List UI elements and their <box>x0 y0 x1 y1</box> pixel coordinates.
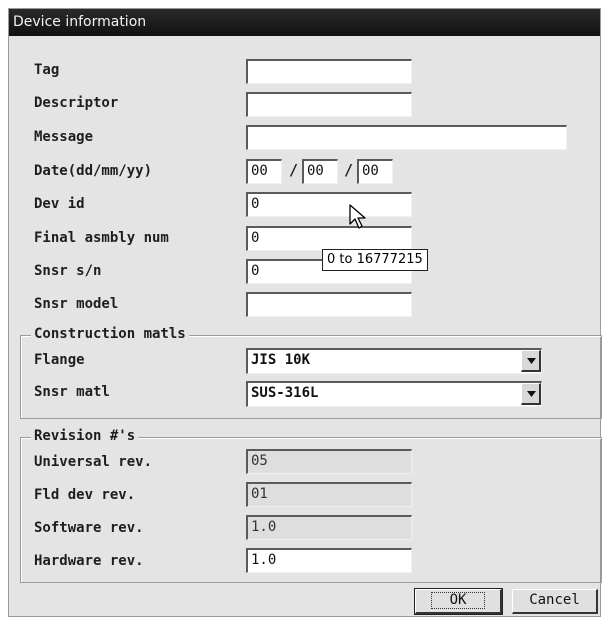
snsr-sn-label: Snsr s/n <box>34 263 102 279</box>
message-label: Message <box>34 129 94 145</box>
date-day-input[interactable]: 00 <box>246 159 282 184</box>
chevron-down-icon <box>527 391 536 397</box>
ok-button-label: OK <box>430 592 486 609</box>
tag-label: Tag <box>34 62 60 78</box>
range-tooltip: 0 to 16777215 <box>322 249 428 271</box>
flange-value: JIS 10K <box>251 352 311 368</box>
date-month-input[interactable]: 00 <box>302 159 338 184</box>
dev-id-input[interactable]: 0 <box>246 192 412 217</box>
flange-dropdown-button[interactable] <box>521 350 541 372</box>
flange-label: Flange <box>34 352 85 368</box>
ok-button[interactable]: OK <box>414 588 503 615</box>
hardware-rev-label: Hardware rev. <box>34 553 144 569</box>
title-bar: Device information <box>9 9 600 36</box>
hardware-rev-input[interactable]: 1.0 <box>246 548 412 573</box>
cancel-button[interactable]: Cancel <box>512 589 598 614</box>
message-input[interactable] <box>246 125 567 150</box>
date-separator: / <box>344 161 354 179</box>
chevron-down-icon <box>527 358 536 364</box>
snsr-matl-select[interactable]: SUS-316L <box>246 381 542 407</box>
date-label: Date(dd/mm/yy) <box>34 163 153 179</box>
software-rev-field: 1.0 <box>246 515 412 540</box>
universal-rev-field: 05 <box>246 449 412 474</box>
date-separator: / <box>289 161 299 179</box>
descriptor-label: Descriptor <box>34 95 119 111</box>
tag-input[interactable] <box>246 59 412 84</box>
construction-matls-title: Construction matls <box>31 326 189 342</box>
dev-id-label: Dev id <box>34 196 85 212</box>
fld-dev-rev-field: 01 <box>246 482 412 507</box>
window-title: Device information <box>13 14 147 30</box>
universal-rev-label: Universal rev. <box>34 454 153 470</box>
final-asmbly-num-input[interactable]: 0 <box>246 226 412 251</box>
snsr-matl-label: Snsr matl <box>34 384 110 400</box>
snsr-matl-dropdown-button[interactable] <box>521 383 541 405</box>
mouse-pointer-icon <box>349 204 366 229</box>
flange-select[interactable]: JIS 10K <box>246 348 542 374</box>
fld-dev-rev-label: Fld dev rev. <box>34 487 136 503</box>
snsr-matl-value: SUS-316L <box>251 385 319 401</box>
snsr-model-input[interactable] <box>246 292 412 317</box>
snsr-model-label: Snsr model <box>34 296 119 312</box>
final-asmbly-num-label: Final asmbly num <box>34 230 169 246</box>
descriptor-input[interactable] <box>246 92 412 117</box>
revision-title: Revision #'s <box>31 428 139 444</box>
date-year-input[interactable]: 00 <box>357 159 393 184</box>
software-rev-label: Software rev. <box>34 520 144 536</box>
